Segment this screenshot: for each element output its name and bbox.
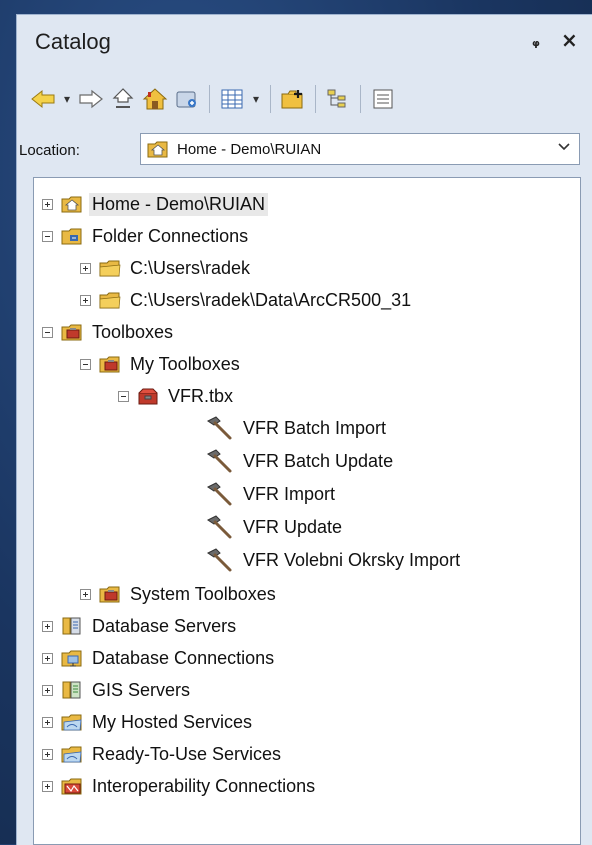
hosted-services-icon — [61, 712, 83, 732]
location-combobox[interactable]: Home - Demo\RUIAN — [140, 133, 580, 165]
toolboxes-icon — [99, 584, 121, 604]
tree-item-label: GIS Servers — [92, 679, 191, 700]
tree-item-label: Home - Demo\RUIAN — [89, 192, 269, 216]
toolbox-icon — [137, 386, 159, 406]
tree-item-label: Toolboxes — [92, 321, 174, 342]
location-value: Home - Demo\RUIAN — [177, 140, 322, 158]
tree-item-label: My Hosted Services — [92, 711, 253, 732]
hammer-icon — [204, 481, 234, 507]
catalog-window: Catalog ᵩ × ▾ ▾ Location: Home - Demo\RU… — [16, 14, 592, 845]
details-icon[interactable] — [367, 83, 399, 115]
tree-item-label: My Toolboxes — [130, 353, 240, 374]
toggle-contents-icon[interactable] — [322, 83, 354, 115]
expand-icon[interactable] — [42, 620, 53, 632]
tree-item-label: VFR Update — [243, 516, 343, 537]
tree-item-ready-to-use-services[interactable]: Ready-To-Use Services — [42, 738, 284, 770]
pin-icon[interactable]: ᵩ — [532, 31, 540, 50]
toolbar-separator — [270, 85, 271, 113]
window-title: Catalog — [35, 29, 111, 54]
ready-services-icon — [61, 744, 83, 764]
toolbar-separator — [315, 85, 316, 113]
tree-item-label: Interoperability Connections — [92, 775, 316, 796]
tree-item-tool[interactable]: VFR Volebni Okrsky Import — [204, 544, 463, 576]
tree-item-toolboxes[interactable]: Toolboxes — [42, 316, 176, 348]
catalog-toolbar: ▾ ▾ — [27, 79, 587, 119]
hammer-icon — [204, 514, 234, 540]
tree-item-label: VFR Batch Import — [243, 417, 387, 438]
toolbar-separator — [209, 85, 210, 113]
toolboxes-icon — [61, 322, 83, 342]
close-icon[interactable]: × — [561, 28, 578, 52]
folder-icon — [99, 258, 121, 278]
toolboxes-icon — [99, 354, 121, 374]
expand-icon[interactable] — [42, 684, 53, 696]
tree-item-tool[interactable]: VFR Update — [204, 511, 345, 543]
tree-item-tool[interactable]: VFR Import — [204, 478, 338, 510]
toolbar-separator — [360, 85, 361, 113]
catalog-tree[interactable]: Home - Demo\RUIAN Folder Connections C:\… — [33, 177, 581, 845]
expand-icon[interactable] — [42, 780, 53, 792]
back-icon[interactable] — [27, 83, 59, 115]
database-connections-icon — [61, 648, 83, 668]
tree-item-my-hosted-services[interactable]: My Hosted Services — [42, 706, 255, 738]
folder-icon — [99, 290, 121, 310]
tree-item-label: C:\Users\radek\Data\ArcCR500_31 — [130, 289, 412, 310]
tree-item-label: C:\Users\radek — [130, 257, 251, 278]
tree-item-my-toolboxes[interactable]: My Toolboxes — [80, 348, 243, 380]
expand-icon[interactable] — [80, 294, 91, 306]
tree-item-label: System Toolboxes — [130, 583, 276, 604]
tree-item-system-toolboxes[interactable]: System Toolboxes — [80, 578, 279, 610]
tree-item-tool[interactable]: VFR Batch Import — [204, 412, 389, 444]
view-options-icon[interactable] — [216, 83, 248, 115]
hammer-icon — [204, 448, 234, 474]
title-bar: Catalog ᵩ × — [17, 15, 592, 73]
expand-icon[interactable] — [80, 262, 91, 274]
tree-item-label: Database Servers — [92, 615, 237, 636]
tree-item-folder[interactable]: C:\Users\radek — [80, 252, 253, 284]
tree-item-label: Folder Connections — [92, 225, 249, 246]
tree-item-interoperability-connections[interactable]: Interoperability Connections — [42, 770, 318, 802]
folder-connections-icon — [61, 226, 83, 246]
forward-icon[interactable] — [75, 83, 107, 115]
tree-item-folder[interactable]: C:\Users\radek\Data\ArcCR500_31 — [80, 284, 414, 316]
expand-icon[interactable] — [80, 588, 91, 600]
expand-icon[interactable] — [42, 748, 53, 760]
home-folder-icon — [61, 194, 83, 214]
tree-item-database-servers[interactable]: Database Servers — [42, 610, 239, 642]
gis-server-icon — [61, 680, 83, 700]
connect-folder-icon[interactable] — [171, 83, 203, 115]
collapse-icon[interactable] — [80, 358, 91, 370]
up-level-icon[interactable] — [107, 83, 139, 115]
tree-item-label: Database Connections — [92, 647, 275, 668]
home-icon[interactable] — [139, 83, 171, 115]
view-dropdown-icon[interactable]: ▾ — [248, 83, 264, 115]
home-icon — [147, 139, 169, 159]
chevron-down-icon[interactable] — [557, 140, 571, 156]
back-dropdown-icon[interactable]: ▾ — [59, 83, 75, 115]
database-server-icon — [61, 616, 83, 636]
expand-icon[interactable] — [42, 716, 53, 728]
tree-item-label: VFR.tbx — [168, 385, 234, 406]
tree-item-toolbox[interactable]: VFR.tbx — [118, 380, 236, 412]
tree-item-label: VFR Import — [243, 483, 336, 504]
collapse-icon[interactable] — [42, 326, 53, 338]
expand-icon[interactable] — [42, 652, 53, 664]
tree-item-label: Ready-To-Use Services — [92, 743, 282, 764]
tree-item-folder-connections[interactable]: Folder Connections — [42, 220, 251, 252]
location-label: Location: — [19, 141, 80, 159]
tree-item-label: VFR Volebni Okrsky Import — [243, 549, 461, 570]
hammer-icon — [204, 547, 234, 573]
tree-item-gis-servers[interactable]: GIS Servers — [42, 674, 193, 706]
add-toolbox-icon[interactable] — [277, 83, 309, 115]
tree-item-tool[interactable]: VFR Batch Update — [204, 445, 396, 477]
expand-icon[interactable] — [42, 198, 53, 210]
hammer-icon — [204, 415, 234, 441]
tree-item-home[interactable]: Home - Demo\RUIAN — [42, 188, 269, 220]
tree-item-database-connections[interactable]: Database Connections — [42, 642, 277, 674]
interoperability-icon — [61, 776, 83, 796]
collapse-icon[interactable] — [42, 230, 53, 242]
tree-item-label: VFR Batch Update — [243, 450, 394, 471]
location-bar: Location: Home - Demo\RUIAN — [17, 131, 592, 169]
collapse-icon[interactable] — [118, 390, 129, 402]
